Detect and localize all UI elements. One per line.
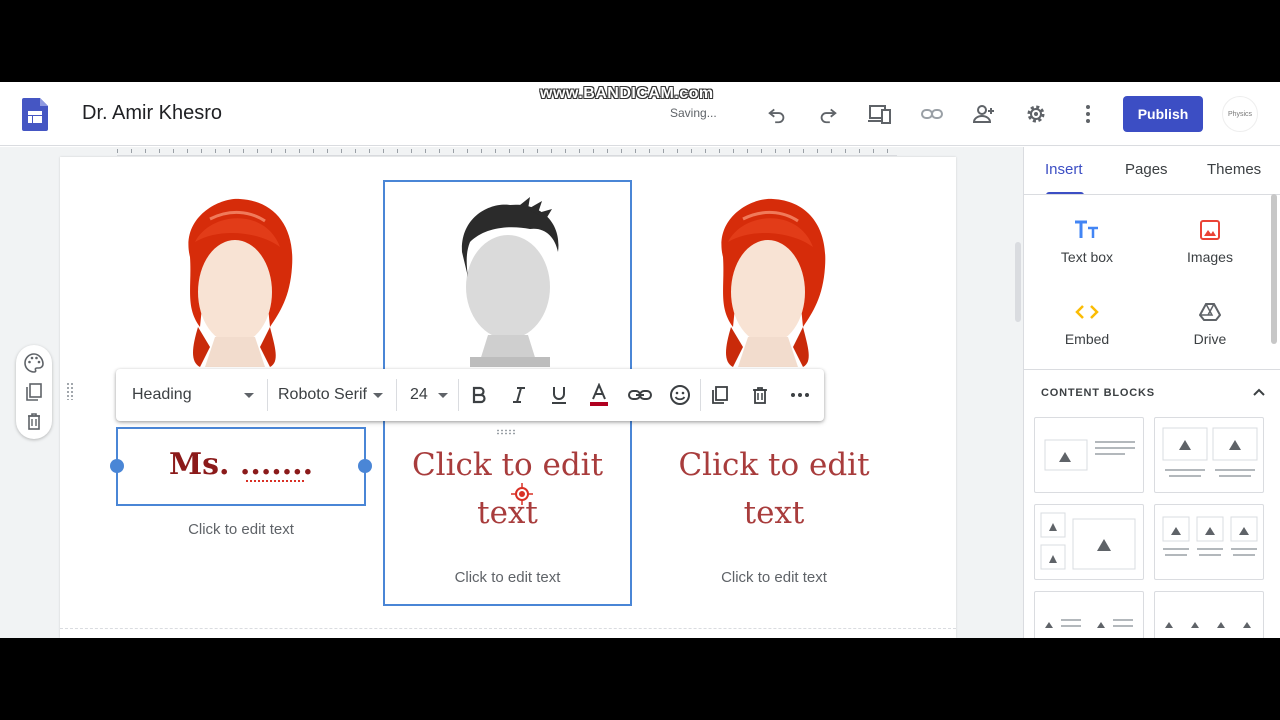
resize-handle-right[interactable] [358,459,372,473]
account-avatar[interactable]: Physics [1222,96,1258,132]
heading-column-2[interactable]: Click to edit text [395,441,620,537]
insert-embed[interactable]: Embed [1037,297,1137,347]
drag-cursor-icon [511,483,533,505]
bold-icon[interactable] [469,369,489,421]
subtext-column-1[interactable]: Click to edit text [116,521,366,538]
tab-themes[interactable]: Themes [1207,161,1261,178]
sites-logo-icon[interactable] [22,98,48,131]
ruler [117,147,897,156]
right-side-panel: Insert Pages Themes Text box Images Embe… [1023,147,1280,638]
palette-icon[interactable] [22,351,46,375]
recorder-watermark: www.BANDICAM.com [540,85,714,102]
font-family-dropdown[interactable]: Roboto Serif [278,369,393,421]
drive-icon [1199,303,1221,321]
duplicate-icon[interactable] [710,369,730,421]
italic-icon[interactable] [509,369,529,421]
emoji-icon[interactable] [669,369,691,421]
chevron-down-icon [437,392,448,398]
chevron-up-icon[interactable] [1252,387,1266,397]
image-icon [1200,220,1220,240]
chevron-down-icon [372,392,383,398]
insert-images[interactable]: Images [1160,215,1260,265]
heading-text-editing[interactable]: Ms. ....... [118,447,364,482]
content-block-two-images[interactable] [1154,417,1264,493]
panel-divider [1024,369,1280,370]
insert-text-box[interactable]: Text box [1037,215,1137,265]
delete-section-icon[interactable] [22,409,46,433]
chevron-down-icon [243,392,254,398]
content-block-image-text[interactable] [1034,417,1144,493]
resize-handle-left[interactable] [110,459,124,473]
font-family-value: Roboto Serif [278,386,367,403]
content-blocks-heading: CONTENT BLOCKS [1041,387,1155,399]
toolbar-divider [700,379,701,411]
more-horiz-icon[interactable] [790,369,810,421]
insert-drive[interactable]: Drive [1160,297,1260,347]
content-block-three-images[interactable] [1154,504,1264,580]
portrait-woman-left[interactable] [170,197,300,367]
content-block-list-a[interactable] [1034,591,1144,638]
section-divider [60,628,956,629]
insert-text-box-label: Text box [1060,249,1114,265]
duplicate-section-icon[interactable] [22,380,46,404]
font-size-dropdown[interactable]: 24 [410,369,456,421]
tab-insert[interactable]: Insert [1045,161,1083,178]
paragraph-style-dropdown[interactable]: Heading [132,369,262,421]
content-block-list-b[interactable] [1154,591,1264,638]
portrait-woman-right[interactable] [703,197,833,367]
more-vert-icon[interactable] [1076,102,1100,126]
avatar-label: Physics [1227,110,1253,118]
tab-pages[interactable]: Pages [1125,161,1168,178]
content-block-image-grid[interactable] [1034,504,1144,580]
text-color-icon[interactable] [589,369,609,421]
insert-link-icon[interactable] [628,369,652,421]
link-icon[interactable] [920,102,944,126]
drag-dots-icon[interactable] [496,429,516,435]
text-format-toolbar: Heading Roboto Serif 24 [116,369,824,421]
save-status: Saving... [670,106,717,120]
redo-icon[interactable] [816,102,840,126]
subtext-column-2[interactable]: Click to edit text [385,569,630,586]
settings-gear-icon[interactable] [1024,102,1048,126]
heading-edit-box[interactable]: Ms. ....... [116,427,366,506]
toolbar-divider [396,379,397,411]
top-bar: Dr. Amir Khesro www.BANDICAM.com Saving.… [0,82,1280,146]
embed-icon [1075,305,1099,319]
section-tools [16,345,52,439]
insert-embed-label: Embed [1064,331,1110,347]
tabs-divider [1024,194,1280,195]
toolbar-divider [458,379,459,411]
app-window: Dr. Amir Khesro www.BANDICAM.com Saving.… [0,82,1280,638]
paragraph-style-value: Heading [132,386,192,403]
publish-button[interactable]: Publish [1123,96,1203,132]
panel-scrollbar[interactable] [1271,194,1277,344]
heading-column-3[interactable]: Click to edit text [660,441,888,537]
subtext-column-3[interactable]: Click to edit text [650,569,898,586]
preview-devices-icon[interactable] [868,102,892,126]
insert-drive-label: Drive [1193,331,1227,347]
delete-icon[interactable] [750,369,770,421]
toolbar-divider [267,379,268,411]
underline-icon[interactable] [549,369,569,421]
insert-images-label: Images [1187,249,1233,265]
section-drag-handle-icon[interactable] [66,382,74,400]
site-title[interactable]: Dr. Amir Khesro [82,102,222,125]
font-size-value: 24 [410,386,428,403]
spellcheck-underline [246,479,304,482]
share-add-person-icon[interactable] [972,102,996,126]
text-box-icon [1075,220,1098,238]
canvas-scrollbar[interactable] [1015,242,1021,322]
undo-icon[interactable] [765,102,789,126]
